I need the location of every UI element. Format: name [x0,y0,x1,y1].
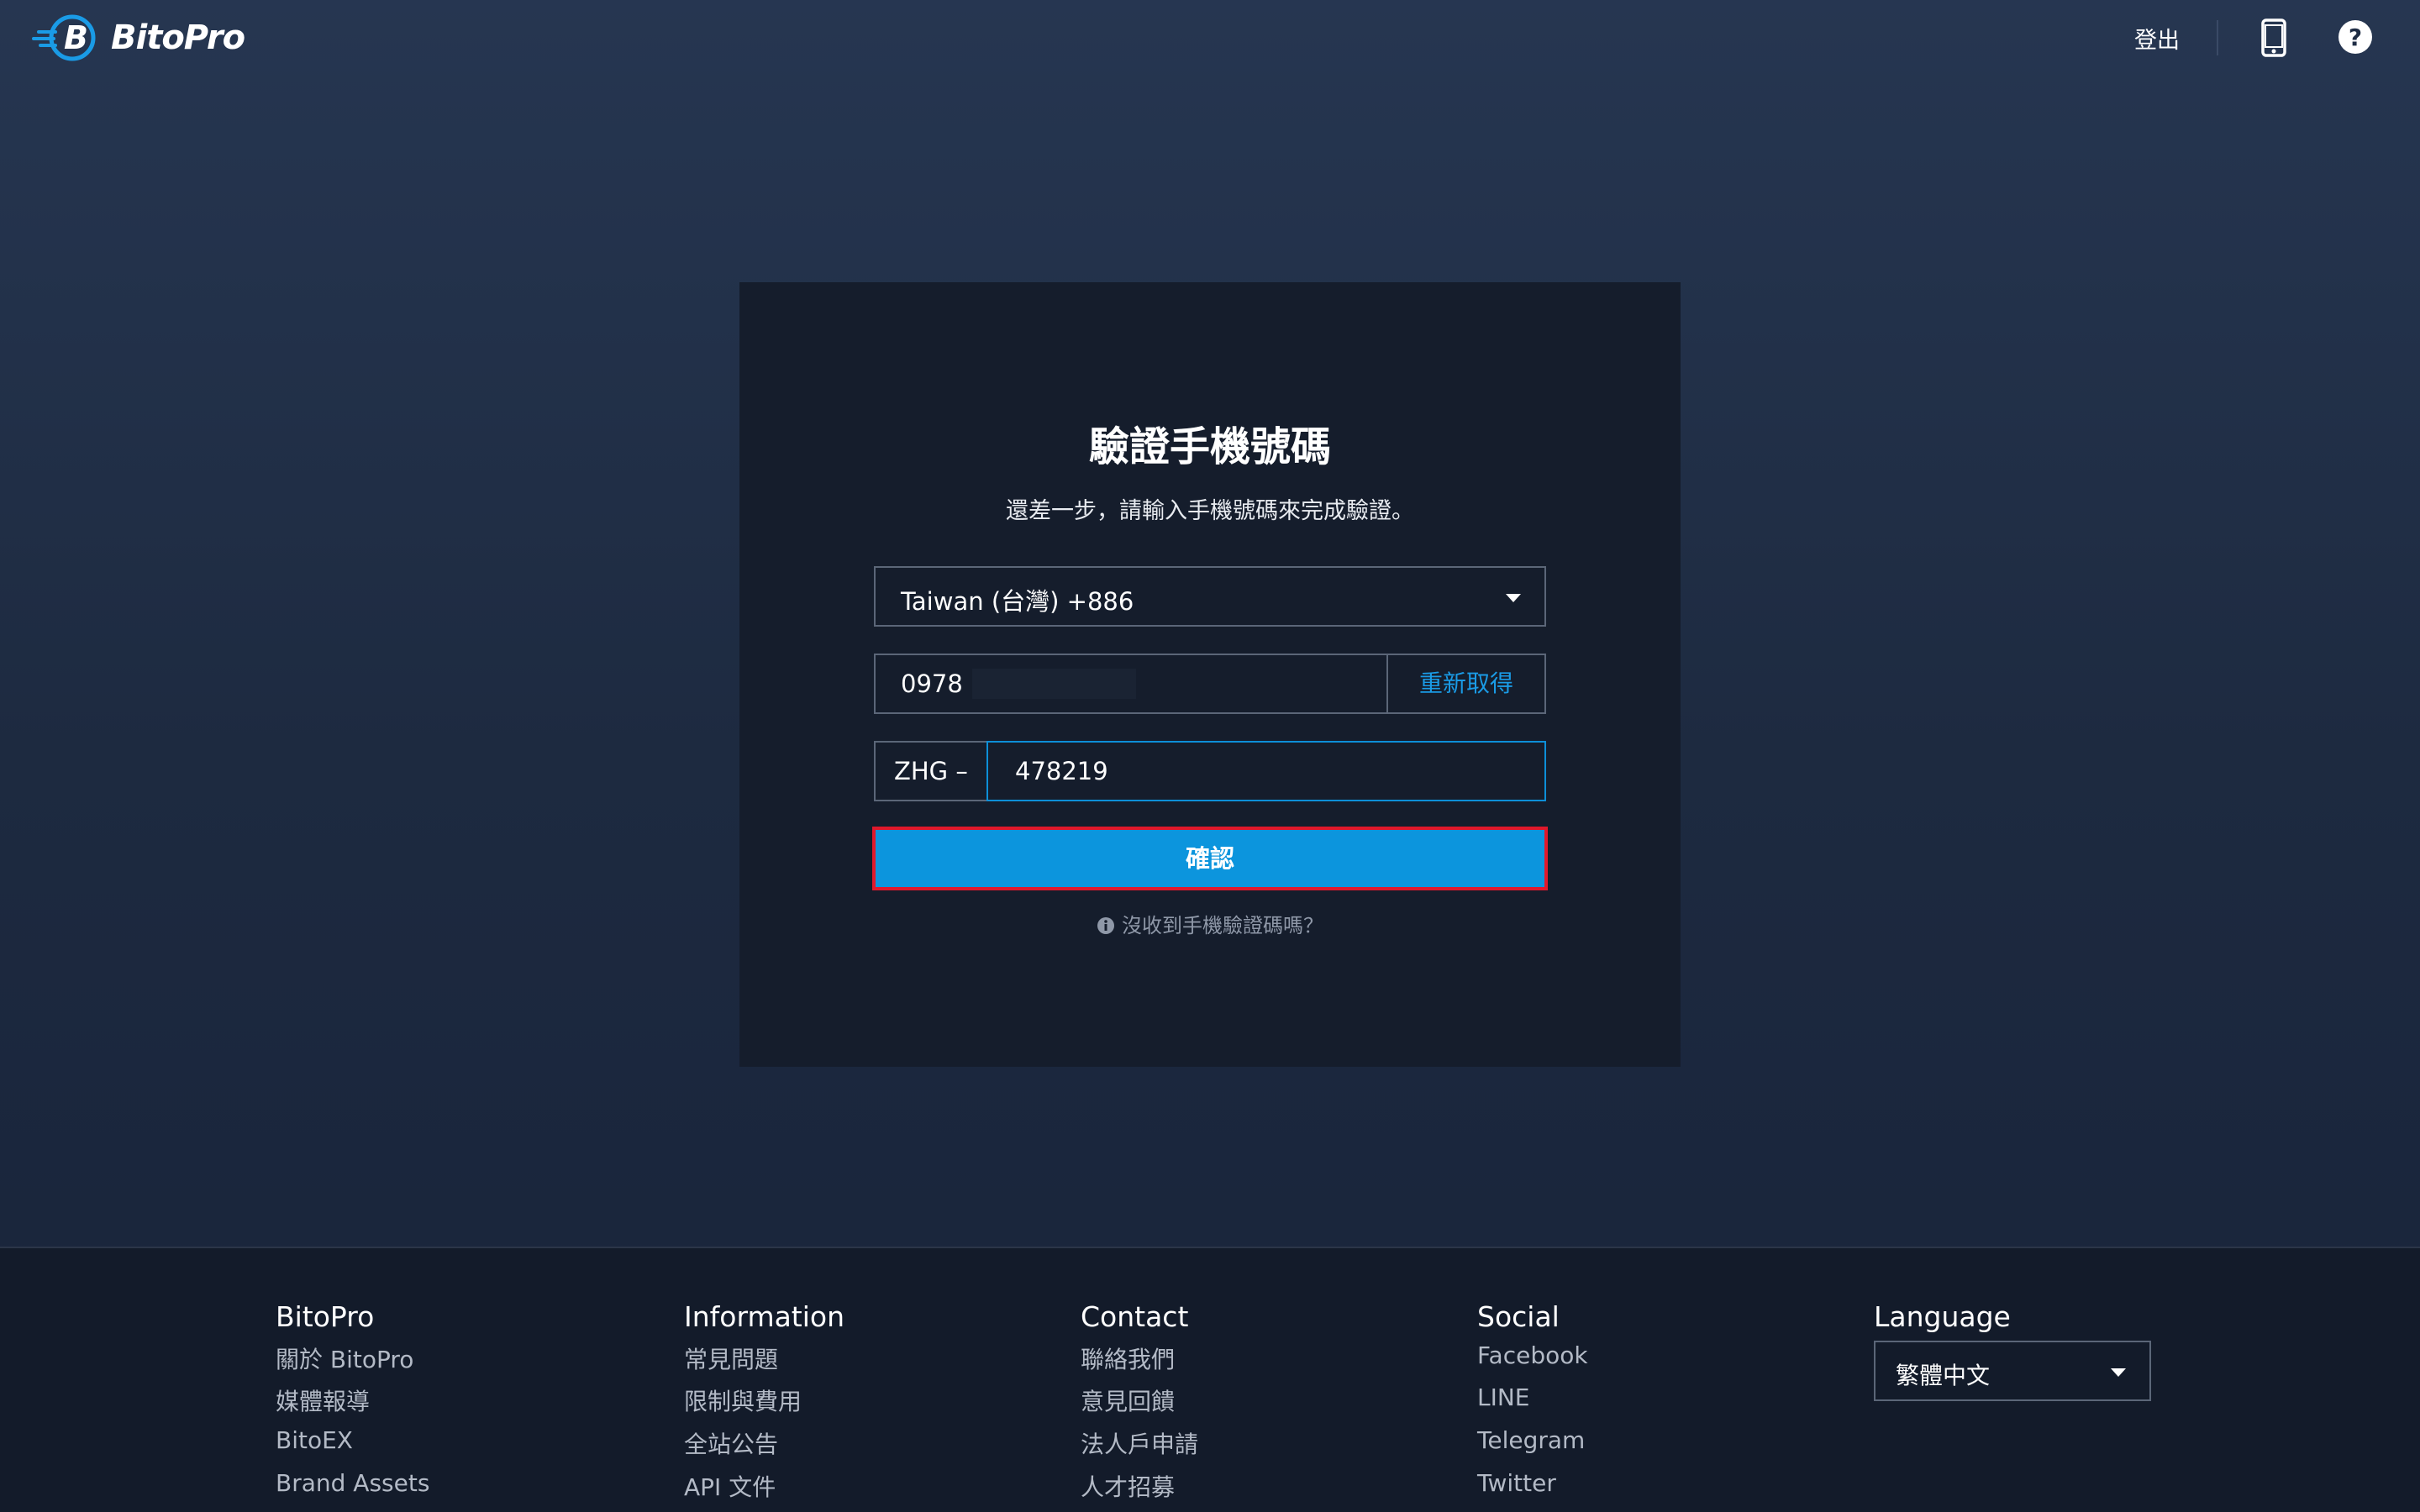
verification-code-input[interactable] [986,741,1546,801]
code-prefix-label: ZHG – [874,741,986,801]
footer-link[interactable]: 媒體報導 [276,1383,370,1417]
resend-code-button[interactable]: 重新取得 [1386,655,1544,712]
footer-heading: BitoPro [276,1300,375,1333]
footer-link[interactable]: 關於 BitoPro [276,1341,413,1375]
language-select-value: 繁體中文 [1896,1362,1991,1389]
footer-link[interactable]: 法人戶申請 [1081,1426,1198,1460]
svg-text:?: ? [2349,24,2362,51]
footer-heading: Contact [1081,1300,1189,1333]
footer-link[interactable]: Twitter [1477,1469,1556,1497]
footer-heading: Social [1477,1300,1560,1333]
page-title: 驗證手機號碼 [1088,423,1331,470]
footer-heading: Language [1874,1300,2011,1333]
footer-link[interactable]: Facebook [1477,1341,1588,1369]
country-code-select[interactable]: Taiwan (台灣) +886 [874,566,1546,627]
phone-number-redaction [972,669,1136,699]
page-subtitle: 還差一步，請輸入手機號碼來完成驗證。 [1006,498,1414,524]
phone-number-field[interactable]: 0978 重新取得 [874,654,1546,714]
header-divider [2217,20,2218,55]
brand-name: BitoPro [111,18,245,57]
footer-link[interactable]: 常見問題 [684,1341,778,1375]
footer-heading: Information [684,1300,845,1333]
no-code-help-text: 沒收到手機驗證碼嗎？ [1122,914,1323,937]
bitopro-logo-icon: B [32,14,96,61]
footer-link[interactable]: 全站公告 [684,1426,778,1460]
confirm-button[interactable]: 確認 [872,827,1548,890]
country-code-value: Taiwan (台灣) +886 [901,587,1134,616]
footer-link[interactable]: 聯絡我們 [1081,1341,1175,1375]
phone-number-value: 0978 [901,669,963,698]
footer-link[interactable]: Brand Assets [276,1469,429,1497]
chevron-down-icon [2111,1368,2126,1377]
no-code-help-link[interactable]: 沒收到手機驗證碼嗎？ [739,909,1681,938]
brand-logo[interactable]: B BitoPro [32,10,245,66]
footer-link[interactable]: 意見回饋 [1081,1383,1175,1417]
footer-link[interactable]: API 文件 [684,1469,776,1503]
footer-link[interactable]: BitoEX [276,1426,353,1454]
footer-link[interactable]: 人才招募 [1081,1469,1175,1503]
info-icon [1097,917,1114,934]
footer-link[interactable]: Telegram [1477,1426,1585,1454]
footer-link[interactable]: LINE [1477,1383,1530,1411]
footer-link[interactable]: 限制與費用 [684,1383,802,1417]
logout-button[interactable]: 登出 [2134,22,2180,55]
top-header: B BitoPro 登出 ? [0,0,2420,76]
svg-text:B: B [64,19,88,56]
language-select[interactable]: 繁體中文 [1874,1341,2151,1401]
help-question-icon[interactable]: ? [2338,19,2373,55]
mobile-phone-icon[interactable] [2260,18,2287,57]
chevron-down-icon [1506,594,1521,602]
